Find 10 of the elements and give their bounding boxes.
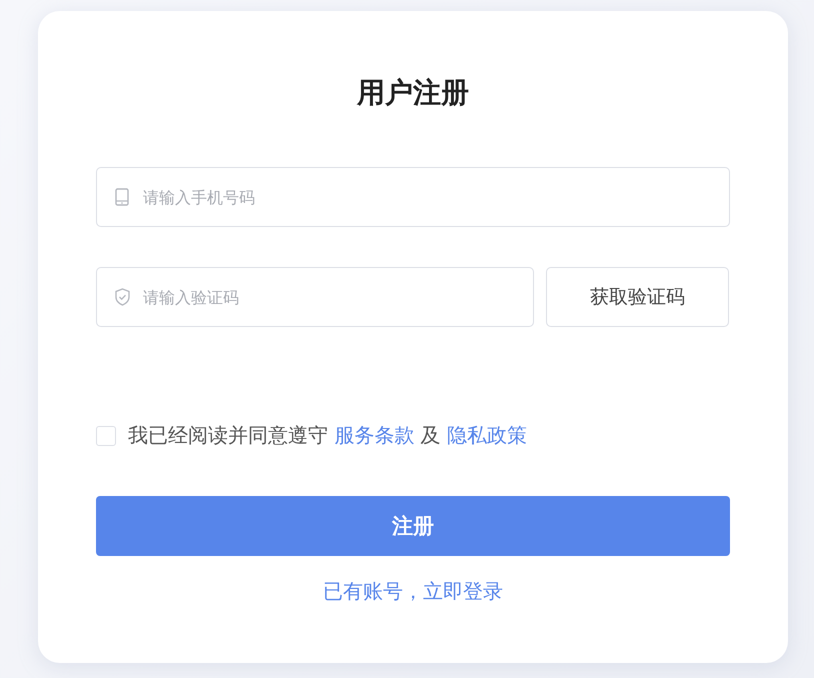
privacy-link[interactable]: 隐私政策 (447, 423, 528, 447)
agreement-text: 我已经阅读并同意遵守 服务条款 及 隐私政策 (128, 422, 528, 449)
agreement-checkbox[interactable] (96, 426, 116, 446)
get-code-button[interactable]: 获取验证码 (546, 267, 729, 327)
register-button[interactable]: 注册 (96, 496, 730, 556)
terms-link[interactable]: 服务条款 (334, 423, 414, 447)
phone-field[interactable]: 请输入手机号码 (96, 167, 730, 227)
form-title: 用户注册 (357, 75, 469, 111)
login-link[interactable]: 已有账号，立即登录 (323, 576, 503, 606)
code-field[interactable]: 请输入验证码 (96, 267, 534, 327)
